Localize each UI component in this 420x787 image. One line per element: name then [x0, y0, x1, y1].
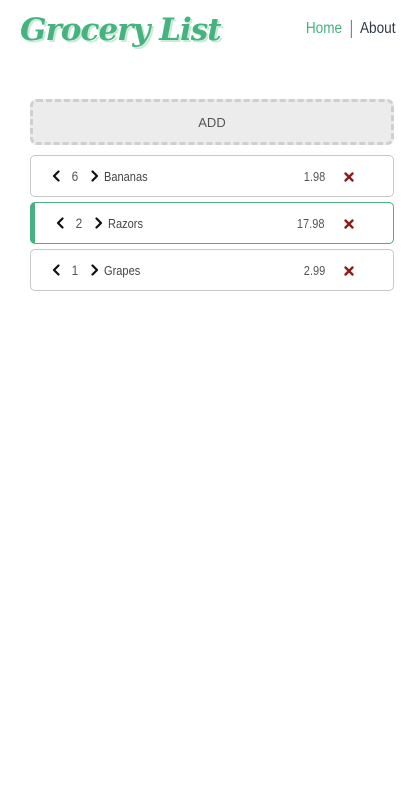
chevron-right-icon[interactable] [91, 215, 107, 231]
item-price: 1.98 [303, 169, 325, 184]
list-item[interactable]: 1 Grapes 2.99 [30, 249, 394, 291]
item-name: Grapes [104, 263, 141, 278]
nav-about-link[interactable]: About [359, 20, 395, 38]
list-item[interactable]: 6 Bananas 1.98 [30, 155, 394, 197]
grocery-list-page: Grocery List Home About ADD 6 Bananas 1.… [0, 0, 420, 787]
item-price: 2.99 [303, 263, 325, 278]
chevron-left-icon[interactable] [52, 215, 68, 231]
item-quantity: 6 [71, 168, 79, 184]
nav-home-link[interactable]: Home [305, 20, 341, 38]
item-name: Bananas [104, 169, 148, 184]
chevron-left-icon[interactable] [48, 168, 64, 184]
app-logo[interactable]: Grocery List [20, 12, 222, 48]
close-icon[interactable] [343, 217, 355, 229]
list-item-selected[interactable]: 2 Razors 17.98 [30, 202, 394, 244]
chevron-left-icon[interactable] [48, 262, 64, 278]
close-icon[interactable] [343, 264, 355, 276]
header: Grocery List Home About [0, 0, 420, 64]
chevron-right-icon[interactable] [87, 262, 103, 278]
close-icon[interactable] [343, 170, 355, 182]
item-quantity: 1 [71, 262, 79, 278]
item-name: Razors [108, 216, 144, 231]
chevron-right-icon[interactable] [87, 168, 103, 184]
item-price: 17.98 [297, 216, 325, 231]
nav-divider [350, 20, 351, 38]
item-quantity: 2 [75, 215, 83, 231]
add-item-button[interactable]: ADD [30, 99, 394, 145]
main-nav: Home About [305, 20, 395, 38]
grocery-list: 6 Bananas 1.98 2 Razors 17.98 1 Grapes 2… [30, 155, 394, 296]
